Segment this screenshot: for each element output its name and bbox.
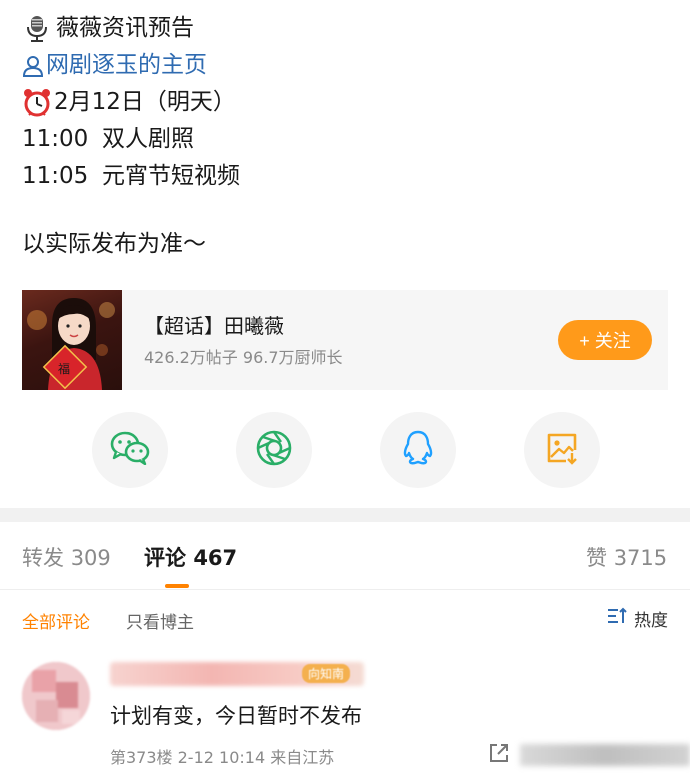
section-divider [0,508,690,522]
comment-text: 计划有变，今日暂时不发布 [110,704,362,728]
schedule-row: 11:00 双人剧照 [22,121,672,158]
save-image-icon [544,430,580,470]
post-title-text: 薇薇资讯预告 [56,15,194,41]
microphone-icon [22,14,52,44]
alarm-clock-icon [22,88,52,118]
supertopic-stats: 426.2万帖子 96.7万厨师长 [144,348,343,367]
schedule-time: 11:05 [22,163,89,189]
wechat-icon [110,431,150,469]
active-tab-indicator [165,584,189,588]
post-line-title: 薇薇资讯预告 [22,10,672,47]
post-date-text: 2月12日（明天） [54,89,236,115]
user-badge: 向知南 [302,664,351,683]
profile-link-text[interactable]: 网剧逐玉的主页 [46,47,207,84]
schedule-time: 11:00 [22,126,89,152]
tab-repost-count: 309 [70,546,111,570]
share-row [0,412,690,488]
sort-icon [606,606,628,631]
filter-all-comments[interactable]: 全部评论 [22,608,90,633]
supertopic-title[interactable]: 【超话】田曦薇 [144,312,558,340]
comment-meta: 第373楼 2-12 10:14 来自江苏 [110,748,335,767]
comment-item: 向知南 计划有变，今日暂时不发布 第373楼 2-12 10:14 来自江苏 [0,650,690,775]
share-qq-button[interactable] [380,412,456,488]
blurred-actions [520,744,690,766]
tab-comment-count: 467 [193,546,238,570]
tab-repost[interactable]: 转发 309 [22,542,111,572]
tab-comment-label: 评论 [144,546,186,570]
share-moments-button[interactable] [236,412,312,488]
qq-icon [401,429,435,471]
tab-repost-label: 转发 [22,546,64,570]
tab-like-count: 3715 [613,546,668,570]
save-image-button[interactable] [524,412,600,488]
svg-text:福: 福 [58,361,70,376]
tab-like[interactable]: 赞 3715 [586,542,667,572]
comment-filter-bar: 全部评论 只看博主 热度 [0,590,690,648]
person-icon [22,51,44,81]
supertopic-info: 【超话】田曦薇 426.2万帖子 96.7万厨师长 [144,312,558,368]
profile-link[interactable]: 网剧逐玉的主页 [22,47,672,84]
filter-owner-only[interactable]: 只看博主 [126,608,194,633]
sort-label: 热度 [634,611,668,631]
post-body: 薇薇资讯预告 网剧逐玉的主页 2月12日（明天） 11:00 双人剧照 11:0… [22,10,672,263]
schedule-item: 双人剧照 [102,126,194,152]
tab-comment[interactable]: 评论 467 [144,542,237,572]
schedule-item: 元宵节短视频 [102,163,240,189]
share-external-icon[interactable] [488,742,510,768]
follow-button[interactable]: + 关注 [558,320,652,360]
supertopic-card[interactable]: 福 【超话】田曦薇 426.2万帖子 96.7万厨师长 + 关注 [22,290,668,390]
avatar[interactable] [22,662,90,730]
post-note: 以实际发布为准～ [22,231,206,257]
comment-actions [488,742,690,768]
moments-icon [255,429,293,471]
sort-toggle[interactable]: 热度 [606,606,668,631]
post-line-date: 2月12日（明天） [22,84,672,121]
share-wechat-button[interactable] [92,412,168,488]
interaction-tabs: 转发 309 评论 467 赞 3715 [0,522,690,590]
supertopic-thumbnail: 福 [22,290,122,390]
tab-like-label: 赞 [586,546,607,570]
schedule-row: 11:05 元宵节短视频 [22,158,672,195]
